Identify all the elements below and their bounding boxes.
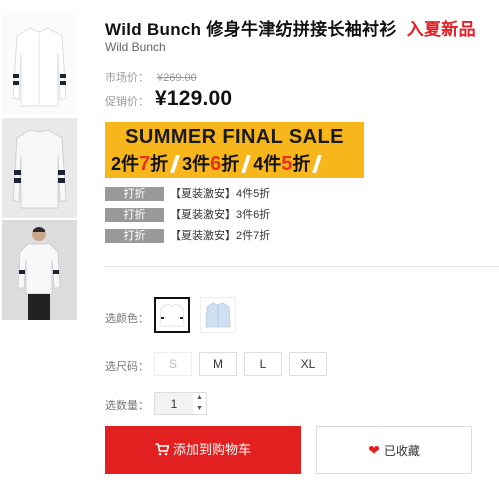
favorite-label: 已收藏	[383, 444, 420, 458]
offer-3-post: 折	[292, 154, 311, 174]
size-option-m[interactable]: M	[199, 352, 237, 376]
offer-1-post: 折	[150, 154, 169, 174]
chevron-up-icon[interactable]: ▲	[193, 393, 206, 403]
add-to-cart-label: 添加到购物车	[172, 442, 251, 457]
promo-price-label: 促销价：	[105, 96, 149, 108]
divider-slash	[241, 155, 252, 173]
offer-1-pre: 2件	[111, 154, 140, 174]
offer-3-pre: 4件	[253, 154, 282, 174]
market-price-label: 市场价：	[105, 72, 149, 84]
thumbnail-shirt-front[interactable]	[2, 14, 77, 114]
thumbnail-shirt-back[interactable]	[2, 118, 77, 218]
discount-row: 打折 【夏装激安】3件6折	[105, 208, 405, 222]
discount-row: 打折 【夏装激安】4件5折	[105, 187, 405, 201]
add-to-cart-button[interactable]: 添加到购物车	[105, 426, 301, 474]
brand-name: Wild Bunch	[105, 40, 166, 54]
divider-slash	[170, 155, 181, 173]
size-label: 选尺码：	[105, 361, 149, 373]
quantity-input[interactable]	[155, 393, 193, 414]
offer-3-num: 5	[281, 153, 293, 175]
cart-icon	[155, 428, 170, 476]
color-label: 选颜色：	[105, 313, 149, 325]
discount-row: 打折 【夏装激安】2件7折	[105, 229, 405, 243]
thumbnail-model[interactable]	[2, 220, 77, 320]
market-price-value: ¥269.00	[157, 72, 197, 84]
offer-1-num: 7	[139, 153, 151, 175]
discount-badge: 打折	[105, 229, 164, 243]
discount-badge: 打折	[105, 187, 164, 201]
market-price-row: 市场价： ¥269.00	[105, 68, 197, 86]
promo-price-value: ¥129.00	[155, 87, 233, 110]
chevron-down-icon[interactable]: ▼	[193, 404, 206, 414]
quantity-spinner: ▲ ▼	[193, 393, 206, 414]
discount-text: 【夏装激安】4件5折	[170, 188, 271, 200]
new-arrival-tag: 入夏新品	[406, 20, 476, 39]
quantity-stepper: ▲ ▼	[154, 392, 207, 415]
product-name: Wild Bunch 修身牛津纺拼接长袖衬衫	[105, 20, 397, 39]
discount-badge: 打折	[105, 208, 164, 222]
discount-text: 【夏装激安】2件7折	[170, 230, 271, 242]
summer-sale-banner: SUMMER FINAL SALE 2件7折 3件6折 4件5折	[105, 122, 364, 178]
size-option-xl[interactable]: XL	[289, 352, 327, 376]
favorite-button[interactable]: ❤ 已收藏	[316, 426, 472, 474]
offer-2-num: 6	[210, 153, 222, 175]
product-title: Wild Bunch 修身牛津纺拼接长袖衬衫 入夏新品	[105, 15, 476, 40]
discount-text: 【夏装激安】3件6折	[170, 209, 271, 221]
divider-slash	[312, 155, 323, 173]
banner-headline: SUMMER FINAL SALE	[125, 126, 344, 148]
banner-offers: 2件7折 3件6折 4件5折	[111, 150, 324, 176]
size-option-l[interactable]: L	[244, 352, 282, 376]
heart-icon: ❤	[368, 442, 380, 458]
offer-2-pre: 3件	[182, 154, 211, 174]
color-swatch-white[interactable]	[154, 297, 190, 333]
quantity-label: 选数量：	[105, 400, 149, 412]
size-option-s[interactable]: S	[154, 352, 192, 376]
offer-2-post: 折	[221, 154, 240, 174]
section-divider	[105, 266, 499, 267]
color-swatch-blue[interactable]	[200, 297, 236, 333]
promo-price-row: 促销价： ¥129.00	[105, 87, 232, 111]
